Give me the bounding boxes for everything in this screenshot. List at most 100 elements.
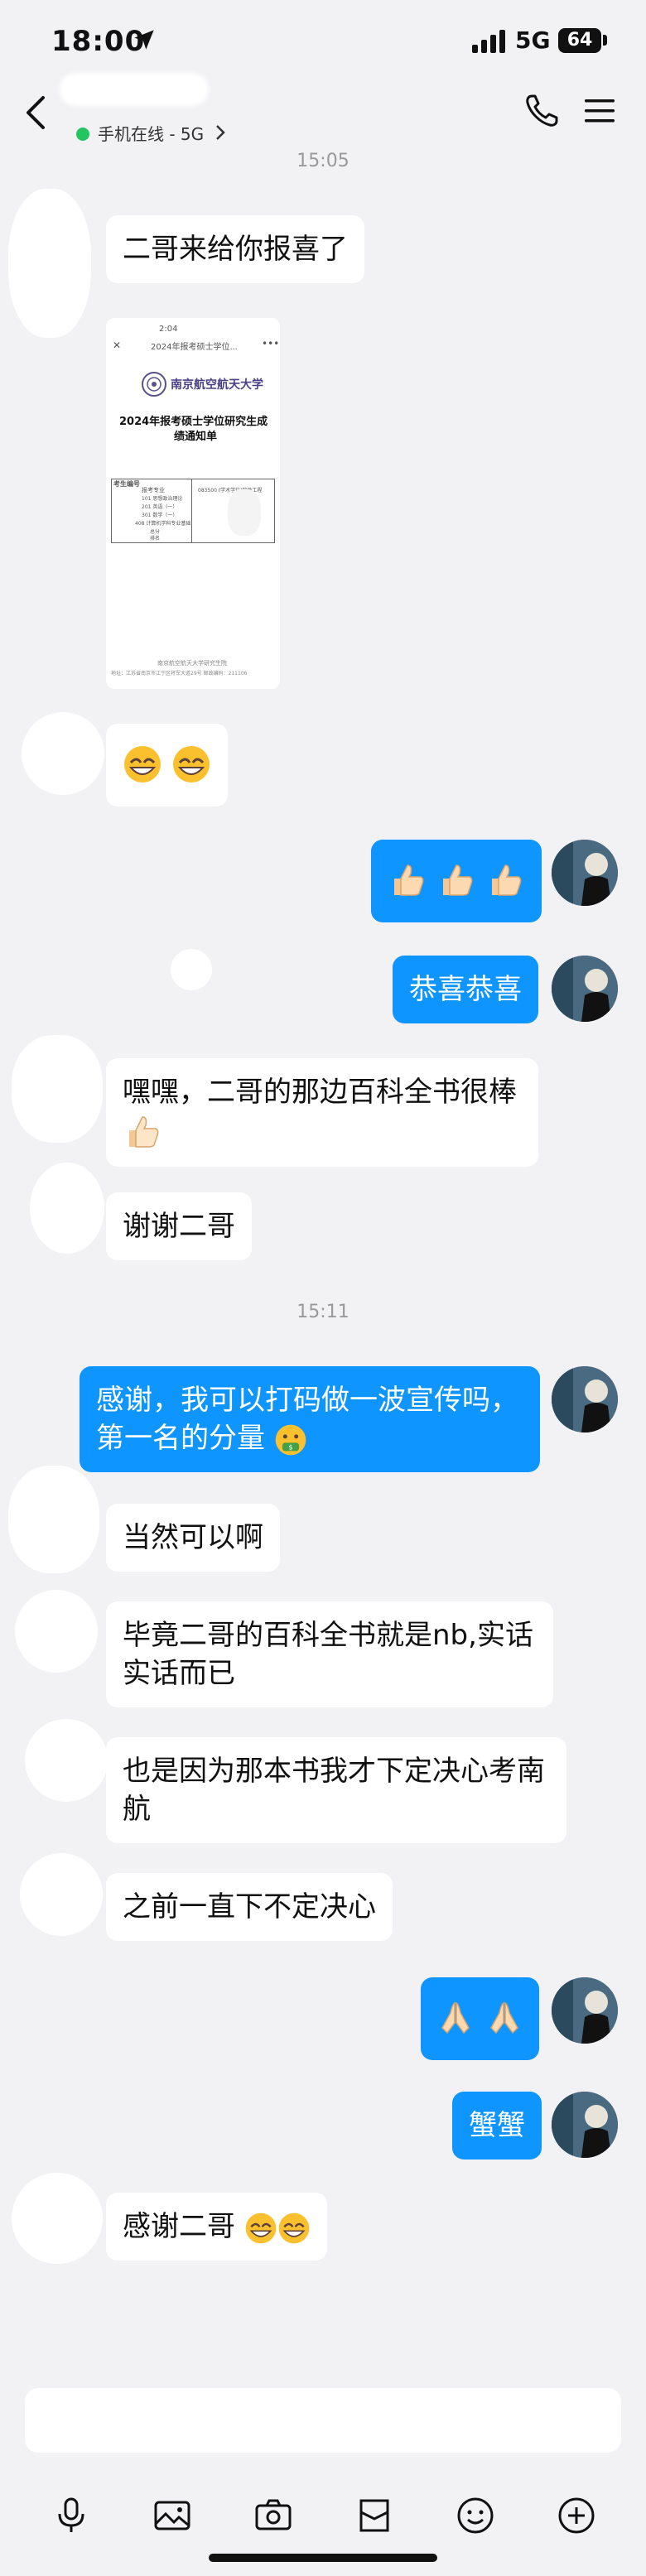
grinning-emoji [245,2212,277,2243]
menu-icon[interactable] [585,98,615,124]
message-text: 实话而已 [123,1657,235,1690]
my-avatar[interactable] [552,2092,618,2158]
grinning-emoji [124,745,161,782]
chevron-right-icon[interactable] [214,123,227,142]
money-mouth-emoji: $ [275,1424,306,1455]
image-footer: 地址：江苏省南京市江宁区将军大道29号 邮政编码：211106 [111,671,248,677]
message-bubble[interactable]: 恭喜恭喜 [393,956,538,1023]
avatar-redacted [25,1719,108,1802]
message-text: 之前一直下不定决心 [123,1890,376,1924]
message-input[interactable] [25,2388,621,2453]
avatar-redacted [22,712,104,795]
contact-name-redacted[interactable] [60,73,209,106]
phone-icon[interactable] [523,93,560,129]
school-emblem-icon [142,372,166,397]
message-text: 嘿嘿，二哥的那边百科全书很棒 [123,1076,517,1109]
online-status-text[interactable]: 手机在线 - 5G [98,121,204,145]
smile-icon[interactable] [456,2496,495,2535]
table-row: 408 计算机学科专业基础 [135,521,191,527]
message-bubble[interactable]: 嘿嘿，二哥的那边百科全书很棒 [106,1058,538,1167]
avatar-redacted [20,1853,103,1936]
avatar-redacted [12,2173,103,2264]
image-school-name: 南京航空航天大学 [171,378,263,392]
message-text: 当然可以啊 [123,1521,263,1554]
status-time: 18:00 [51,25,146,58]
message-text: 二哥来给你报喜了 [123,233,348,266]
avatar-redacted [15,1590,98,1673]
thumbs-up-emoji [129,1115,159,1148]
table-divider [191,479,192,542]
my-avatar[interactable] [552,956,618,1022]
pray-emoji [489,2001,518,2034]
timestamp: 15:11 [296,1302,350,1322]
message-text: 第一名的分量 [96,1422,265,1455]
timestamp: 15:05 [296,151,350,171]
message-bubble[interactable]: 感谢二哥 [106,2193,327,2261]
table-row: 101 思想政治理论 [142,496,183,502]
avatar-redacted [8,1466,99,1573]
message-bubble[interactable]: 当然可以啊 [106,1504,280,1572]
home-indicator[interactable] [209,2554,437,2562]
my-avatar[interactable] [552,1366,618,1432]
message-text: 感谢二哥 [123,2210,235,2243]
location-arrow-icon [134,30,154,50]
avatar-redacted [12,1035,103,1143]
back-icon[interactable] [23,94,48,131]
message-text: 也是因为那本书我才下定决心考南 [123,1755,545,1788]
score-redacted [228,489,261,536]
message-text: 感谢，我可以打码做一波宣传吗， [96,1384,518,1417]
network-label: 5G [515,26,551,54]
message-bubble[interactable]: 蟹蟹 [452,2092,542,2160]
message-bubble[interactable] [106,724,228,807]
image-page-title: 2024年报考硕士学位... [151,343,238,352]
message-text: 恭喜恭喜 [409,973,522,1006]
grinning-emoji [172,745,210,782]
svg-text:$: $ [288,1442,292,1451]
my-avatar[interactable] [552,840,618,906]
image-doc-title: 绩通知单 [174,431,218,443]
pray-emoji [441,2001,470,2034]
table-header: 考生编号 [113,480,140,488]
online-status-dot [76,128,89,141]
image-icon[interactable] [152,2496,192,2535]
shared-image-message[interactable]: 2:04 ✕ 2024年报考硕士学位... ••• 南京航空航天大学 2024年… [106,318,280,689]
message-bubble[interactable] [371,840,542,922]
table-row-label: 报考专业 [142,487,165,494]
message-text: 航 [123,1793,151,1826]
image-status-time: 2:04 [159,325,178,334]
image-close-icon: ✕ [113,339,122,351]
message-text: 毕竟二哥的百科全书就是nb,实话 [123,1619,533,1652]
thumbs-up-emoji [491,864,522,896]
battery-cap [603,35,607,46]
score-table: 考生编号 报考专业 083500 (学术学位)软件工程 101 思想政治理论 2… [111,479,275,543]
image-doc-title: 2024年报考硕士学位研究生成 [119,416,268,428]
thumbs-up-emoji [394,864,424,896]
grinning-emoji [278,2212,310,2243]
message-bubble[interactable] [421,1977,539,2060]
avatar-redacted [171,949,212,990]
image-more-icon: ••• [262,338,280,349]
message-bubble[interactable]: 二哥来给你报喜了 [106,215,364,283]
file-icon[interactable] [354,2496,394,2535]
message-bubble[interactable]: 毕竟二哥的百科全书就是nb,实话 实话而已 [106,1601,553,1707]
battery-indicator: 64 [558,28,601,53]
table-row: 301 数学（一） [142,513,178,518]
camera-icon[interactable] [253,2496,293,2535]
plus-icon[interactable] [557,2496,596,2535]
message-bubble[interactable]: 谢谢二哥 [106,1192,252,1260]
microphone-icon[interactable] [51,2496,91,2535]
avatar-redacted [30,1163,104,1254]
my-avatar[interactable] [552,1977,618,2044]
message-bubble[interactable]: 之前一直下不定决心 [106,1873,393,1941]
message-text: 谢谢二哥 [123,1210,235,1243]
status-bar: 18:00 5G 64 [0,0,646,83]
table-row: 201 英语（一） [142,504,178,510]
input-area [0,2373,646,2576]
message-bubble[interactable]: 也是因为那本书我才下定决心考南 航 [106,1737,566,1843]
image-footer: 南京航空航天大学研究生院 [157,660,227,667]
signal-icon [472,30,505,53]
avatar-redacted [8,189,91,338]
message-bubble[interactable]: 感谢，我可以打码做一波宣传吗， 第一名的分量 $ [80,1366,540,1472]
thumbs-up-emoji [442,864,473,896]
table-row: 排名 [150,536,161,542]
